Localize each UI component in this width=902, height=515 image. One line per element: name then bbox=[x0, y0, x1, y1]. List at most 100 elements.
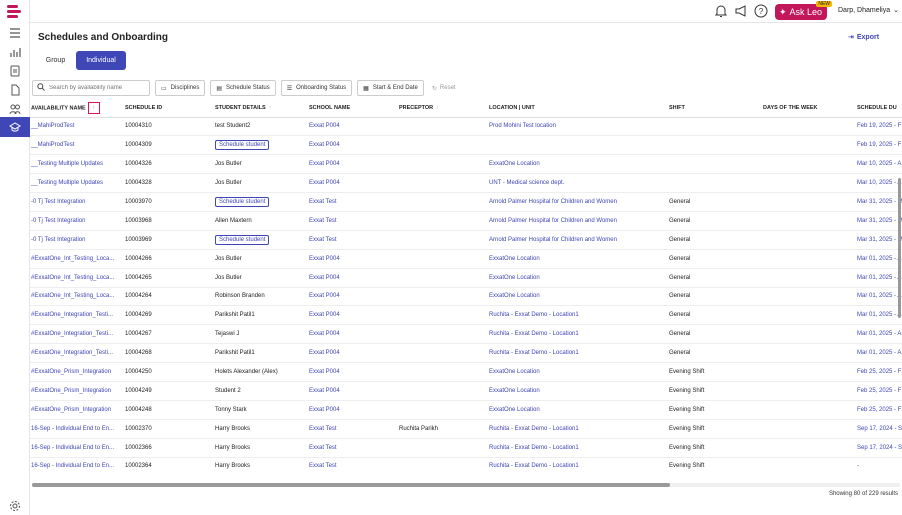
table-row[interactable]: -0 Tj Test Integration 10003968 Allen Maxt… bbox=[30, 211, 902, 231]
disciplines-filter-button[interactable]: ▭ Disciplines bbox=[155, 80, 206, 96]
column-header[interactable]: SCHEDULE DU bbox=[856, 100, 902, 118]
table-cell[interactable]: Ruchita - Exxat Demo - Location1 bbox=[488, 305, 668, 326]
table-cell[interactable]: Exxat P004 bbox=[308, 400, 398, 420]
table-row[interactable]: 16-Sep - Individual End to En... 10002364… bbox=[30, 457, 902, 474]
table-row[interactable]: #ExxatOne_Int_Testing_Loca... 10004265 Jos… bbox=[30, 268, 902, 288]
table-cell[interactable]: Mar 10, 2025 - A bbox=[856, 154, 902, 175]
users-icon[interactable] bbox=[0, 100, 30, 118]
table-cell[interactable]: Exxat P004 bbox=[308, 324, 398, 345]
tab-individual[interactable]: Individual bbox=[76, 51, 126, 70]
table-row[interactable]: #ExxatOne_Integration_Testi... 10004269 Pa… bbox=[30, 305, 902, 326]
table-cell[interactable]: ExxatOne Location bbox=[488, 268, 668, 288]
table-cell[interactable]: #ExxatOne_Prism_Integration bbox=[30, 400, 124, 420]
table-cell[interactable]: #ExxatOne_Prism_Integration bbox=[30, 362, 124, 382]
table-cell[interactable]: - bbox=[856, 457, 902, 474]
table-row[interactable]: #ExxatOne_Int_Testing_Loca... 10004266 Jos… bbox=[30, 249, 902, 269]
table-cell[interactable]: Arnold Palmer Hospital for Children and … bbox=[488, 192, 668, 212]
table-row[interactable]: __Testing Multiple Updates 10004326 Jos Bu… bbox=[30, 154, 902, 175]
table-cell[interactable]: #ExxatOne_Integration_Testi... bbox=[30, 324, 124, 345]
column-header[interactable]: LOCATION | UNIT bbox=[488, 100, 668, 118]
table-cell[interactable]: Ruchita - Exxat Demo - Location1 bbox=[488, 343, 668, 364]
ask-leo-button[interactable]: ✦ Ask Leo NEW bbox=[775, 1, 832, 20]
table-cell[interactable]: __MahiProdTest bbox=[30, 117, 124, 137]
table-row[interactable]: #ExxatOne_Prism_Integration 10004249 Stude… bbox=[30, 381, 902, 401]
table-cell[interactable]: #ExxatOne_Int_Testing_Loca... bbox=[30, 287, 124, 307]
table-cell[interactable]: Mar 31, 2025 - M bbox=[856, 211, 902, 231]
vertical-scrollbar[interactable] bbox=[898, 178, 901, 318]
table-cell[interactable]: -0 Tj Test Integration bbox=[30, 230, 124, 250]
export-button[interactable]: ⇥ Export bbox=[848, 33, 879, 42]
search-input[interactable] bbox=[49, 85, 147, 91]
table-cell[interactable]: Mar 31, 2025 - M bbox=[856, 230, 902, 250]
table-cell[interactable]: Exxat Test bbox=[308, 457, 398, 474]
table-cell[interactable]: -0 Tj Test Integration bbox=[30, 211, 124, 231]
sort-arrow-icon[interactable]: ↑ bbox=[87, 102, 100, 115]
table-cell[interactable]: #ExxatOne_Prism_Integration bbox=[30, 381, 124, 401]
table-cell[interactable]: #ExxatOne_Int_Testing_Loca... bbox=[30, 249, 124, 269]
table-row[interactable]: #ExxatOne_Prism_Integration 10004250 Holet… bbox=[30, 362, 902, 382]
table-cell[interactable]: Exxat Test bbox=[308, 438, 398, 458]
scrollbar-thumb[interactable] bbox=[32, 483, 670, 487]
table-cell[interactable]: __Testing Multiple Updates bbox=[30, 154, 124, 175]
table-cell[interactable]: Ruchita - Exxat Demo - Location1 bbox=[488, 419, 668, 439]
table-cell[interactable]: Mar 01, 2025 - A bbox=[856, 324, 902, 345]
table-cell[interactable]: Exxat P004 bbox=[308, 249, 398, 269]
table-cell[interactable]: Sep 17, 2024 - S bbox=[856, 419, 902, 439]
table-cell[interactable]: Exxat P004 bbox=[308, 154, 398, 175]
table-cell[interactable]: Sep 17, 2024 - S bbox=[856, 438, 902, 458]
table-row[interactable]: 16-Sep - Individual End to En... 10002370… bbox=[30, 419, 902, 439]
table-cell[interactable]: Exxat Test bbox=[308, 211, 398, 231]
schedule-student-button[interactable]: Schedule student bbox=[215, 140, 270, 151]
schedule-status-filter-button[interactable]: ▤ Schedule Status bbox=[210, 80, 276, 96]
table-cell[interactable]: Mar 01, 2025 - A bbox=[856, 305, 902, 326]
table-cell[interactable]: Exxat P004 bbox=[308, 268, 398, 288]
table-cell[interactable]: Feb 19, 2025 - F bbox=[856, 117, 902, 137]
table-cell[interactable]: Ruchita - Exxat Demo - Location1 bbox=[488, 457, 668, 474]
table-cell[interactable]: Feb 25, 2025 - F bbox=[856, 400, 902, 420]
column-header[interactable]: SCHEDULE ID bbox=[124, 100, 214, 118]
document-icon[interactable] bbox=[0, 62, 30, 80]
table-cell[interactable]: UNT - Medical science dept. bbox=[488, 173, 668, 194]
table-cell[interactable]: Exxat Test bbox=[308, 419, 398, 439]
table-row[interactable]: __MahiProdTest 10004309 Schedule student Ex… bbox=[30, 135, 902, 156]
sort-icon[interactable]: ↑ bbox=[269, 105, 272, 111]
chart-icon[interactable] bbox=[0, 43, 30, 61]
table-cell[interactable]: Arnold Palmer Hospital for Children and … bbox=[488, 211, 668, 231]
table-cell[interactable]: __MahiProdTest bbox=[30, 135, 124, 156]
column-header[interactable]: DAYS OF THE WEEK bbox=[762, 100, 856, 118]
megaphone-icon[interactable] bbox=[734, 4, 748, 18]
table-cell[interactable]: Mar 01, 2025 - A bbox=[856, 249, 902, 269]
schedule-student-button[interactable]: Schedule student bbox=[215, 197, 270, 207]
schedule-student-button[interactable]: Schedule student bbox=[215, 234, 270, 245]
table-cell[interactable]: Mar 10, 2025 - A bbox=[856, 173, 902, 194]
table-cell[interactable] bbox=[488, 135, 668, 156]
help-icon[interactable]: ? bbox=[754, 4, 768, 18]
table-cell[interactable]: Exxat P004 bbox=[308, 287, 398, 307]
menu-icon[interactable] bbox=[0, 24, 30, 42]
table-cell[interactable]: Exxat P004 bbox=[308, 343, 398, 364]
table-cell[interactable]: Arnold Palmer Hospital for Children and … bbox=[488, 230, 668, 250]
table-cell[interactable]: ExxatOne Location bbox=[488, 362, 668, 382]
date-range-filter-button[interactable]: ▦ Start & End Date bbox=[357, 80, 424, 96]
bell-icon[interactable] bbox=[714, 4, 728, 18]
table-cell[interactable]: Exxat P004 bbox=[308, 381, 398, 401]
table-cell[interactable]: Feb 25, 2025 - F bbox=[856, 381, 902, 401]
table-row[interactable]: #ExxatOne_Integration_Testi... 10004267 Te… bbox=[30, 324, 902, 345]
table-cell[interactable]: ExxatOne Location bbox=[488, 154, 668, 175]
table-row[interactable]: __Testing Multiple Updates 10004328 Jos Bu… bbox=[30, 173, 902, 194]
table-cell[interactable]: ExxatOne Location bbox=[488, 400, 668, 420]
table-cell[interactable]: ExxatOne Location bbox=[488, 381, 668, 401]
table-cell[interactable]: 16-Sep - Individual End to En... bbox=[30, 419, 124, 439]
onboarding-status-filter-button[interactable]: ☰ Onboarding Status bbox=[280, 80, 353, 96]
table-cell[interactable]: -0 Tj Test Integration bbox=[30, 192, 124, 212]
reset-button[interactable]: ↻ Reset bbox=[429, 80, 459, 96]
table-cell[interactable]: Exxat Test bbox=[308, 230, 398, 250]
table-cell[interactable]: Exxat P004 bbox=[308, 305, 398, 326]
table-row[interactable]: #ExxatOne_Prism_Integration 10004248 Tonny… bbox=[30, 400, 902, 420]
column-header[interactable]: SCHOOL NAME bbox=[308, 100, 398, 118]
table-row[interactable]: #ExxatOne_Int_Testing_Loca... 10004264 Rob… bbox=[30, 287, 902, 307]
table-cell[interactable]: #ExxatOne_Integration_Testi... bbox=[30, 343, 124, 364]
table-row[interactable]: -0 Tj Test Integration 10003970 Schedule s… bbox=[30, 192, 902, 212]
table-row[interactable]: -0 Tj Test Integration 10003969 Schedule s… bbox=[30, 230, 902, 250]
column-header[interactable]: SHIFT bbox=[668, 100, 762, 118]
